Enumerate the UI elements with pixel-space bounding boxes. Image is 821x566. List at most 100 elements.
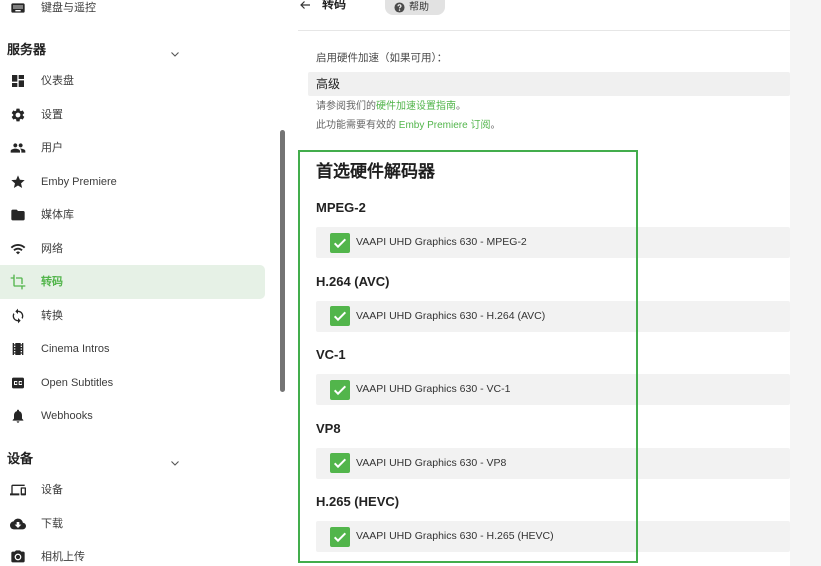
checkmark-icon bbox=[333, 238, 347, 248]
help-label: 帮助 bbox=[409, 1, 429, 13]
hw-accel-guide-link[interactable]: 硬件加速设置指南 bbox=[376, 101, 456, 112]
decoder-checkbox[interactable] bbox=[330, 306, 350, 326]
decoder-group-mpeg2: MPEG-2 VAAPI UHD Graphics 630 - MPEG-2 bbox=[316, 198, 790, 258]
dashboard-icon bbox=[10, 73, 26, 89]
preferred-decoders-title: 首选硬件解码器 bbox=[316, 162, 435, 181]
decoder-group-vc1: VC-1 VAAPI UHD Graphics 630 - VC-1 bbox=[316, 345, 790, 405]
decoder-group-vp8: VP8 VAAPI UHD Graphics 630 - VP8 bbox=[316, 419, 790, 479]
sidebar-item-label: 键盘与遥控 bbox=[41, 2, 96, 14]
decoder-checkbox[interactable] bbox=[330, 453, 350, 473]
sidebar-item-label: 设置 bbox=[41, 108, 63, 121]
help-button[interactable]: 帮助 bbox=[385, 0, 445, 15]
codec-label: MPEG-2 bbox=[316, 200, 366, 215]
section-title: 服务器 bbox=[7, 41, 47, 57]
camera-icon bbox=[10, 549, 26, 565]
sidebar-item-users[interactable]: 用户 bbox=[0, 131, 265, 165]
decoder-option-row[interactable]: VAAPI UHD Graphics 630 - H.265 (HEVC) bbox=[316, 521, 790, 552]
sidebar-item-camera-upload[interactable]: 相机上传 bbox=[0, 540, 265, 566]
decoder-option-label: VAAPI UHD Graphics 630 - H.265 (HEVC) bbox=[356, 530, 554, 542]
checkmark-icon bbox=[333, 311, 347, 322]
guide-suffix: 。 bbox=[456, 101, 466, 112]
star-icon bbox=[10, 174, 26, 190]
users-icon bbox=[10, 140, 26, 156]
sidebar-item-conversion[interactable]: 转换 bbox=[0, 299, 265, 333]
codec-label: VC-1 bbox=[316, 347, 346, 362]
header-divider bbox=[298, 30, 790, 31]
bell-icon bbox=[10, 408, 26, 424]
decoder-option-label: VAAPI UHD Graphics 630 - VC-1 bbox=[356, 383, 511, 395]
premiere-suffix: 。 bbox=[490, 120, 501, 131]
wifi-icon bbox=[10, 241, 26, 257]
chevron-down-icon[interactable] bbox=[169, 453, 181, 466]
decoder-option-row[interactable]: VAAPI UHD Graphics 630 - MPEG-2 bbox=[316, 227, 790, 258]
premiere-required-text: 此功能需要有效的 Emby Premiere 订阅。 bbox=[316, 119, 500, 133]
sidebar-item-label: 网络 bbox=[41, 242, 63, 255]
sidebar-item-settings[interactable]: 设置 bbox=[0, 98, 265, 132]
sidebar-item-label: 媒体库 bbox=[41, 209, 74, 221]
chevron-down-icon[interactable] bbox=[169, 44, 181, 57]
help-circle-icon bbox=[394, 2, 405, 13]
sidebar-item-label: 仪表盘 bbox=[41, 75, 74, 87]
sidebar-item-label: 转换 bbox=[41, 309, 63, 322]
hw-accel-guide-text: 请参阅我们的硬件加速设置指南。 bbox=[316, 100, 466, 114]
sidebar-item-keyboard[interactable]: 键盘与遥控 bbox=[0, 0, 265, 24]
decoder-option-row[interactable]: VAAPI UHD Graphics 630 - VC-1 bbox=[316, 374, 790, 405]
checkmark-icon bbox=[333, 385, 347, 395]
decoder-option-row[interactable]: VAAPI UHD Graphics 630 - VP8 bbox=[316, 447, 790, 479]
sidebar-item-open-subtitles[interactable]: Open Subtitles bbox=[0, 366, 265, 400]
arrow-left-icon[interactable] bbox=[299, 0, 311, 10]
sidebar-item-cinema-intros[interactable]: Cinema Intros bbox=[0, 332, 265, 366]
main-content: 转码 帮助 启用硬件加速（如果可用）： 高级 请参阅我们的硬件加速设置指南。 此… bbox=[287, 0, 790, 566]
sidebar-item-network[interactable]: 网络 bbox=[0, 232, 265, 266]
hw-accel-label: 启用硬件加速（如果可用）： bbox=[316, 52, 448, 64]
sidebar-item-label: Webhooks bbox=[41, 410, 93, 422]
closed-captions-icon bbox=[10, 375, 26, 391]
sidebar-item-devices[interactable]: 设备 bbox=[0, 473, 265, 507]
sidebar-item-emby-premiere[interactable]: Emby Premiere bbox=[0, 165, 265, 199]
section-header-devices[interactable]: 设备 bbox=[0, 433, 265, 474]
premiere-prefix: 此功能需要有效的 bbox=[316, 120, 399, 131]
sidebar-item-label: 相机上传 bbox=[41, 550, 85, 563]
sidebar-item-library[interactable]: 媒体库 bbox=[0, 198, 265, 232]
hw-accel-select-value: 高级 bbox=[316, 77, 341, 91]
decoder-group-h264: H.264 (AVC) VAAPI UHD Graphics 630 - H.2… bbox=[316, 272, 790, 332]
guide-prefix: 请参阅我们的 bbox=[316, 101, 376, 112]
decoder-checkbox[interactable] bbox=[330, 379, 350, 400]
sidebar-item-downloads[interactable]: 下载 bbox=[0, 507, 265, 541]
right-panel-edge bbox=[790, 0, 821, 566]
sidebar-item-label: Open Subtitles bbox=[41, 376, 114, 389]
page-title: 转码 bbox=[322, 0, 347, 11]
devices-icon bbox=[10, 482, 26, 498]
hw-accel-select[interactable]: 高级 bbox=[308, 72, 790, 96]
gear-icon bbox=[10, 107, 26, 123]
sidebar-item-webhooks[interactable]: Webhooks bbox=[0, 399, 265, 433]
checkmark-icon bbox=[333, 532, 347, 542]
sidebar-scrollbar[interactable] bbox=[280, 130, 285, 392]
keyboard-icon bbox=[10, 0, 26, 16]
sidebar-item-label: 下载 bbox=[41, 517, 63, 530]
sidebar: 键盘与遥控 服务器 仪表盘 设置 用户 Emby Premiere 媒体库 网络… bbox=[0, 0, 287, 566]
decoder-checkbox[interactable] bbox=[330, 526, 350, 547]
decoder-checkbox[interactable] bbox=[330, 232, 350, 253]
crop-icon bbox=[10, 274, 26, 290]
codec-label: H.265 (HEVC) bbox=[316, 494, 400, 509]
cloud-download-icon bbox=[10, 516, 26, 532]
decoder-group-h265: H.265 (HEVC) VAAPI UHD Graphics 630 - H.… bbox=[316, 492, 790, 552]
back-button[interactable] bbox=[299, 0, 311, 10]
sidebar-item-dashboard[interactable]: 仪表盘 bbox=[0, 64, 265, 98]
premiere-subscription-link[interactable]: Emby Premiere 订阅 bbox=[399, 120, 491, 131]
decoder-option-label: VAAPI UHD Graphics 630 - VP8 bbox=[356, 456, 507, 469]
film-icon bbox=[10, 341, 26, 357]
sync-icon bbox=[10, 308, 26, 324]
section-header-server[interactable]: 服务器 bbox=[0, 24, 265, 65]
codec-label: H.264 (AVC) bbox=[316, 273, 390, 289]
decoder-option-label: VAAPI UHD Graphics 630 - MPEG-2 bbox=[356, 236, 527, 248]
sidebar-item-label: Cinema Intros bbox=[41, 343, 110, 355]
checkmark-icon bbox=[333, 458, 347, 469]
sidebar-item-label: 转码 bbox=[41, 276, 63, 288]
sidebar-item-transcoding[interactable]: 转码 bbox=[0, 265, 265, 299]
sidebar-item-label: 设备 bbox=[41, 484, 63, 496]
folder-icon bbox=[10, 207, 26, 223]
codec-label: VP8 bbox=[316, 420, 341, 436]
decoder-option-row[interactable]: VAAPI UHD Graphics 630 - H.264 (AVC) bbox=[316, 300, 790, 332]
